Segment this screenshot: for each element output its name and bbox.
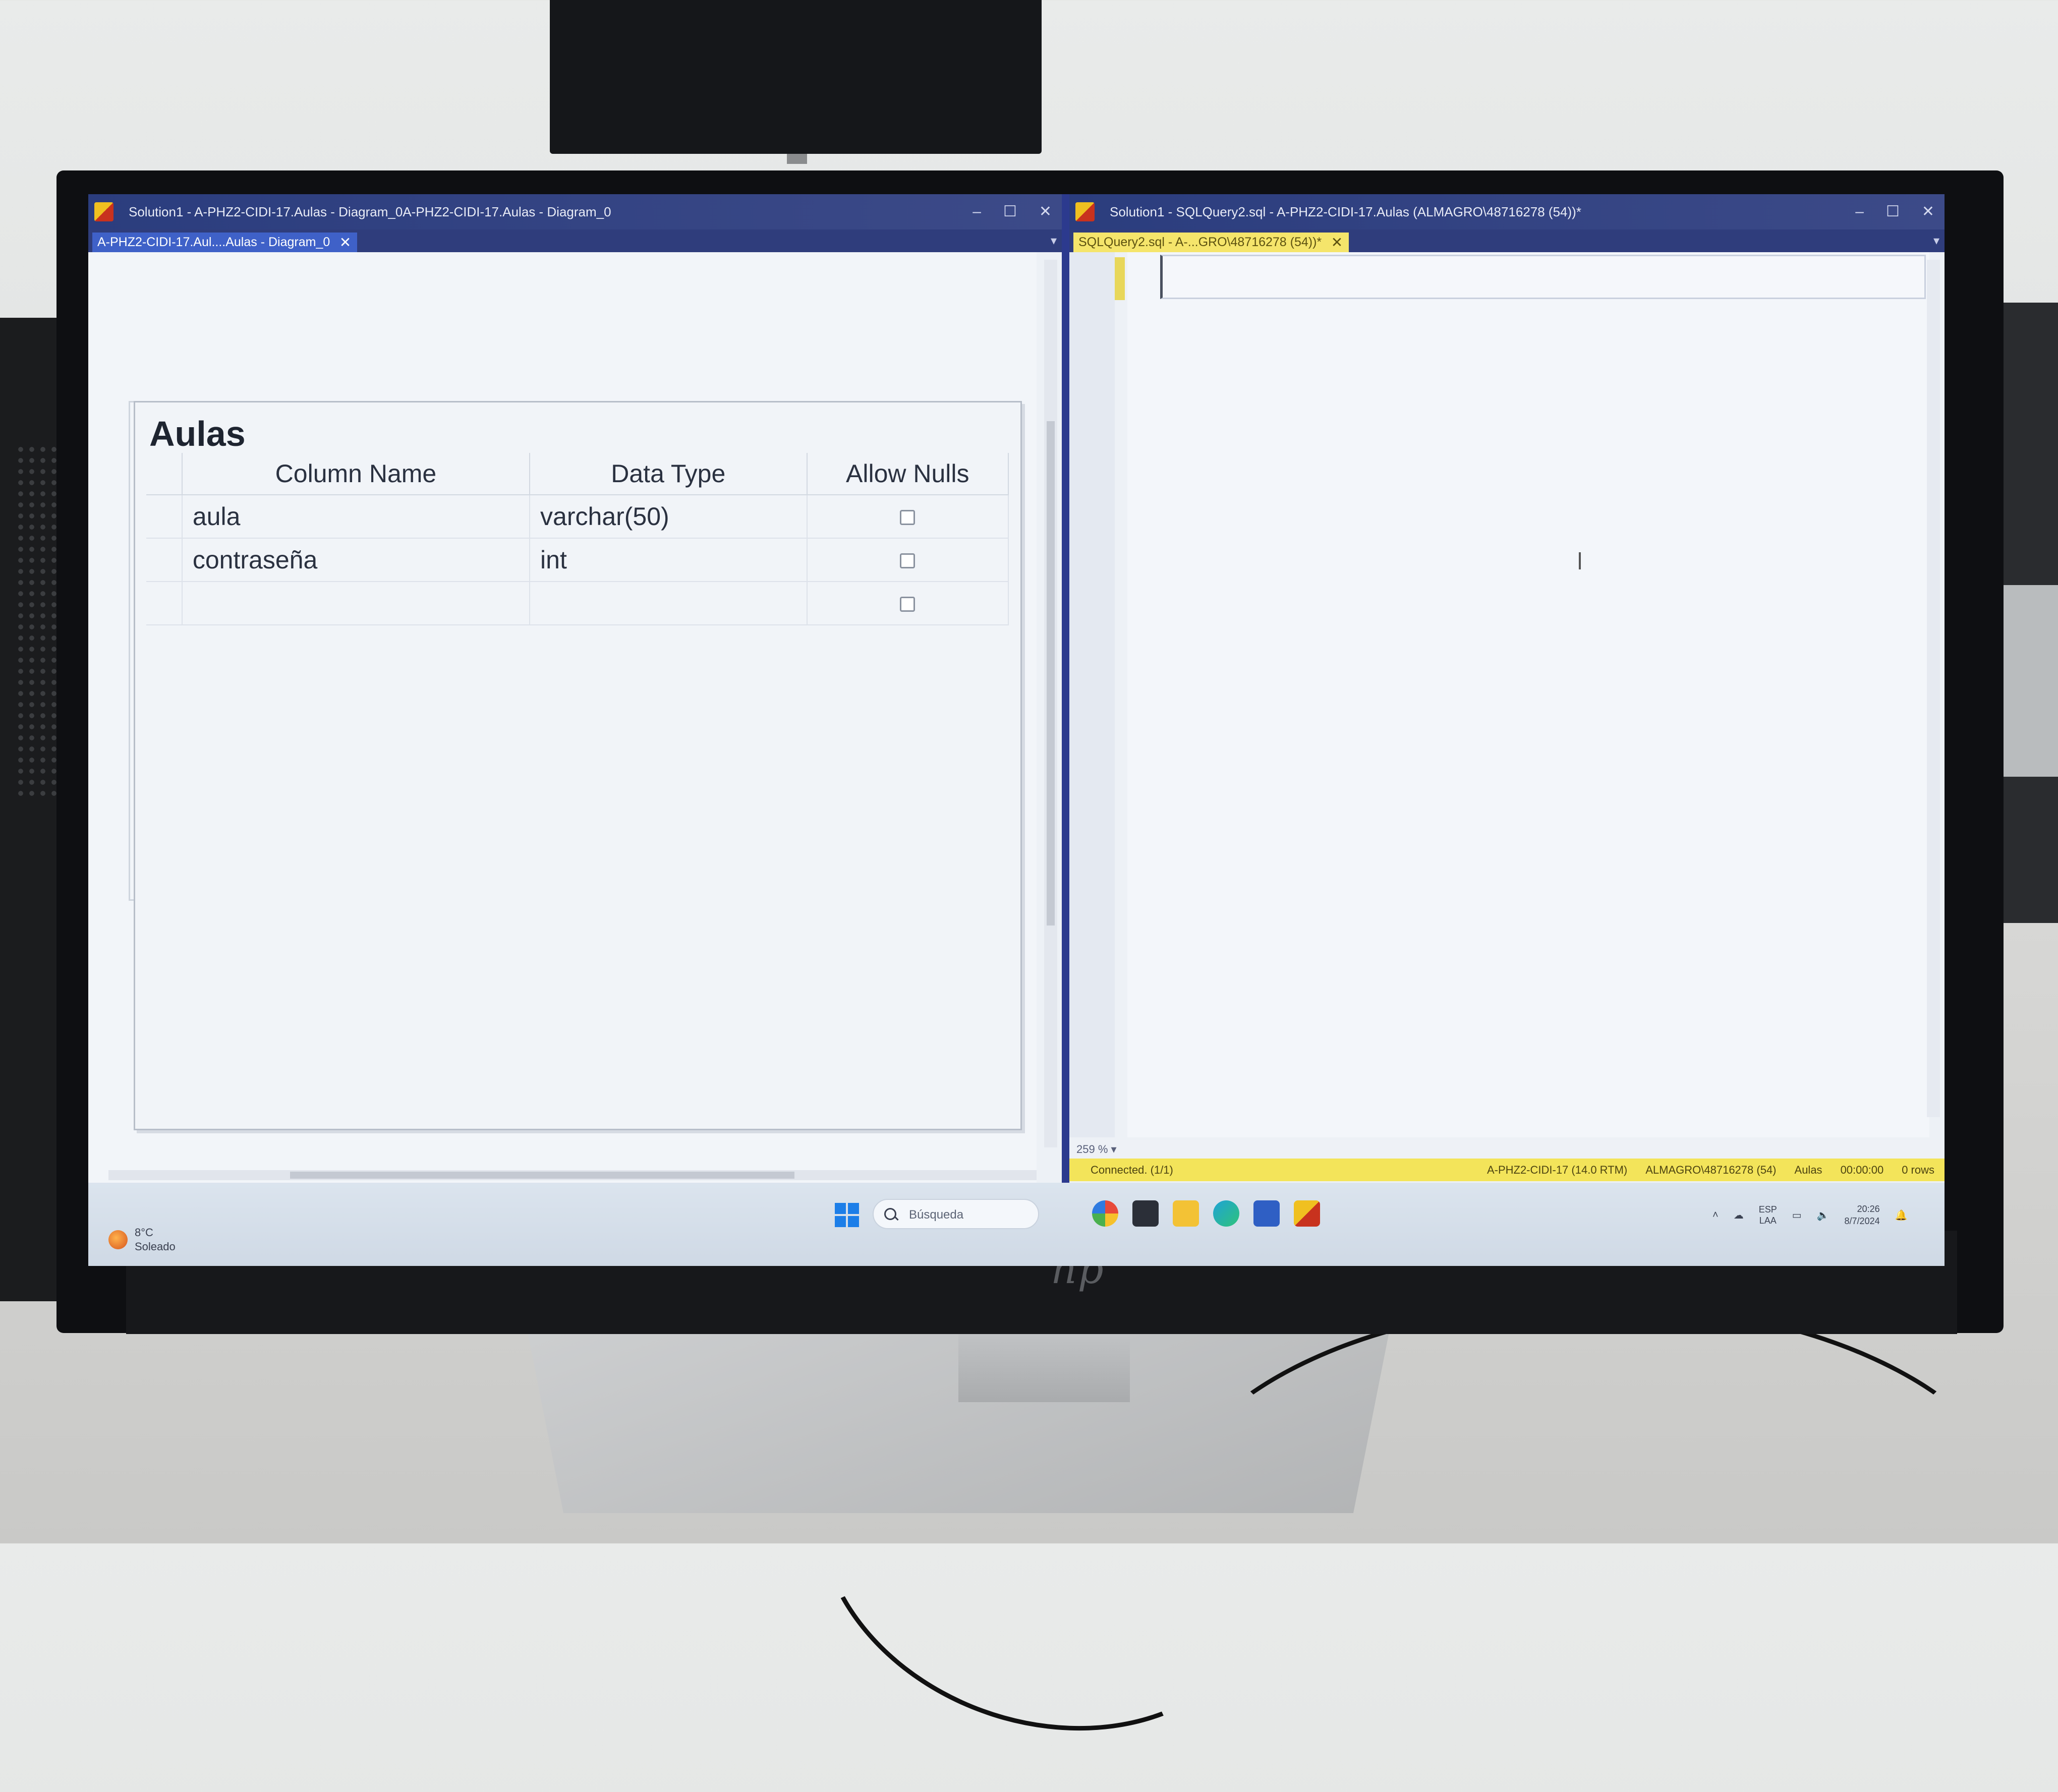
clock-time: 20:26: [1857, 1204, 1880, 1214]
cell-column-name[interactable]: contraseña: [182, 538, 531, 582]
tab-dropdown-icon[interactable]: ▾: [1933, 229, 1939, 252]
ibeam-cursor-icon: [1579, 552, 1581, 569]
cell-data-type[interactable]: varchar(50): [530, 495, 808, 539]
table-row-new[interactable]: [146, 582, 1009, 625]
cell-data-type[interactable]: int: [530, 538, 808, 582]
ssms-app-icon: [94, 202, 113, 221]
weather-icon: [108, 1230, 128, 1249]
row-selector-header: [146, 453, 183, 495]
change-tracking-bar: [1115, 257, 1125, 300]
status-database: Aulas: [1794, 1164, 1822, 1176]
ssms-app-icon: [1075, 202, 1095, 221]
cell-column-name[interactable]: [182, 582, 531, 625]
current-line[interactable]: [1160, 255, 1926, 299]
chrome-icon[interactable]: [1092, 1200, 1118, 1227]
query-tabstrip: SQLQuery2.sql - A-...GRO\48716278 (54))*…: [1069, 229, 1945, 252]
diagram-tabstrip: A-PHZ2-CIDI-17.Aul....Aulas - Diagram_0 …: [88, 229, 1062, 252]
maximize-button[interactable]: ☐: [1886, 194, 1900, 229]
sql-editor[interactable]: [1127, 252, 1929, 1137]
screen: Solution1 - A-PHZ2-CIDI-17.Aulas - Diagr…: [88, 194, 1945, 1266]
allow-nulls-checkbox[interactable]: [900, 553, 916, 568]
status-user: ALMAGRO\48716278 (54): [1645, 1164, 1777, 1176]
table-row[interactable]: contraseña int: [146, 538, 1009, 582]
minimize-button[interactable]: –: [1855, 194, 1864, 229]
header-allow-nulls: Allow Nulls: [807, 453, 1009, 495]
close-button[interactable]: ✕: [1922, 194, 1934, 229]
taskbar-search-box[interactable]: Búsqueda: [873, 1199, 1039, 1229]
diagram-horizontal-scroll-thumb[interactable]: [290, 1172, 794, 1179]
zoom-level[interactable]: 259 %: [1076, 1143, 1108, 1155]
diagram-window-title: Solution1 - A-PHZ2-CIDI-17.Aulas - Diagr…: [129, 204, 611, 219]
query-window-title: Solution1 - SQLQuery2.sql - A-PHZ2-CIDI-…: [1110, 204, 1581, 219]
query-window-titlebar[interactable]: Solution1 - SQLQuery2.sql - A-PHZ2-CIDI-…: [1069, 194, 1945, 229]
edge-icon[interactable]: [1213, 1200, 1239, 1227]
clock-date: 8/7/2024: [1844, 1216, 1880, 1226]
tab-sqlquery2[interactable]: SQLQuery2.sql - A-...GRO\48716278 (54))*…: [1073, 233, 1349, 252]
zoom-dropdown-icon[interactable]: ▾: [1111, 1143, 1117, 1155]
status-server: A-PHZ2-CIDI-17 (14.0 RTM): [1487, 1164, 1628, 1176]
grid-header-row: Column Name Data Type Allow Nulls: [146, 453, 1009, 495]
editor-vertical-scrollbar[interactable]: [1927, 260, 1940, 1117]
row-selector[interactable]: [146, 495, 183, 539]
window-splitter: [1062, 194, 1069, 1183]
column-grid: Column Name Data Type Allow Nulls aula v…: [146, 453, 1009, 625]
notification-bell-icon[interactable]: 🔔: [1895, 1209, 1908, 1222]
connection-status: Connected. (1/1): [1091, 1164, 1173, 1176]
editor-gutter: [1069, 252, 1115, 1137]
diagram-window: Solution1 - A-PHZ2-CIDI-17.Aulas - Diagr…: [88, 194, 1062, 1183]
zoom-bar: 259 % ▾: [1069, 1140, 1945, 1159]
weather-widget[interactable]: 8°C Soleado: [108, 1226, 176, 1254]
cable: [1160, 1301, 2027, 1764]
tab-close-icon[interactable]: ✕: [1331, 233, 1343, 252]
tab-dropdown-icon[interactable]: ▾: [1051, 229, 1057, 252]
search-icon: [884, 1208, 896, 1220]
chevron-up-icon[interactable]: ˄: [1712, 1209, 1719, 1221]
clock[interactable]: 20:26 8/7/2024: [1845, 1203, 1880, 1227]
query-status-bar: Connected. (1/1) A-PHZ2-CIDI-17 (14.0 RT…: [1069, 1159, 1945, 1181]
weather-desc: Soleado: [135, 1240, 176, 1253]
diagram-vertical-scroll-thumb[interactable]: [1047, 421, 1055, 926]
task-view-icon[interactable]: [1132, 1200, 1159, 1227]
table-title: Aulas: [149, 414, 246, 453]
row-selector[interactable]: [146, 538, 183, 582]
tab-diagram-label: A-PHZ2-CIDI-17.Aul....Aulas - Diagram_0: [97, 235, 330, 249]
status-elapsed: 00:00:00: [1840, 1164, 1884, 1176]
wall-tv: [550, 0, 1042, 154]
maximize-button[interactable]: ☐: [1003, 194, 1017, 229]
row-selector[interactable]: [146, 582, 183, 625]
keyboard-layout: LAA: [1759, 1216, 1777, 1226]
tab-sqlquery2-label: SQLQuery2.sql - A-...GRO\48716278 (54))*: [1078, 235, 1322, 249]
start-button[interactable]: [835, 1203, 859, 1227]
language-code: ESP: [1758, 1204, 1777, 1215]
table-row[interactable]: aula varchar(50): [146, 495, 1009, 539]
store-icon[interactable]: [1253, 1200, 1280, 1227]
file-explorer-icon[interactable]: [1173, 1200, 1199, 1227]
status-rows: 0 rows: [1902, 1164, 1934, 1176]
allow-nulls-checkbox[interactable]: [900, 597, 916, 612]
cell-column-name[interactable]: aula: [182, 495, 531, 539]
close-button[interactable]: ✕: [1039, 194, 1052, 229]
onedrive-icon[interactable]: ☁: [1734, 1209, 1744, 1222]
diagram-window-titlebar[interactable]: Solution1 - A-PHZ2-CIDI-17.Aulas - Diagr…: [88, 194, 1062, 229]
ssms-taskbar-icon[interactable]: [1294, 1200, 1320, 1227]
header-column-name: Column Name: [182, 453, 531, 495]
tab-close-icon[interactable]: ✕: [339, 233, 351, 252]
cell-data-type[interactable]: [530, 582, 808, 625]
minimize-button[interactable]: –: [973, 194, 981, 229]
language-indicator[interactable]: ESP LAA: [1759, 1204, 1777, 1226]
system-tray: ˄ ☁ ESP LAA ▭ 🔈 20:26 8/7/2024 🔔: [1712, 1203, 1908, 1227]
tab-diagram[interactable]: A-PHZ2-CIDI-17.Aul....Aulas - Diagram_0 …: [92, 233, 358, 252]
allow-nulls-checkbox[interactable]: [900, 510, 916, 525]
network-icon[interactable]: ▭: [1792, 1209, 1802, 1222]
header-data-type: Data Type: [530, 453, 808, 495]
wall-tv-mount: [787, 154, 807, 164]
table-aulas[interactable]: Aulas Column Name Data Type Allow Nulls …: [134, 401, 1022, 1130]
query-window: Solution1 - SQLQuery2.sql - A-PHZ2-CIDI-…: [1069, 194, 1945, 1183]
volume-icon[interactable]: 🔈: [1817, 1209, 1830, 1222]
weather-temp: 8°C: [135, 1226, 153, 1239]
